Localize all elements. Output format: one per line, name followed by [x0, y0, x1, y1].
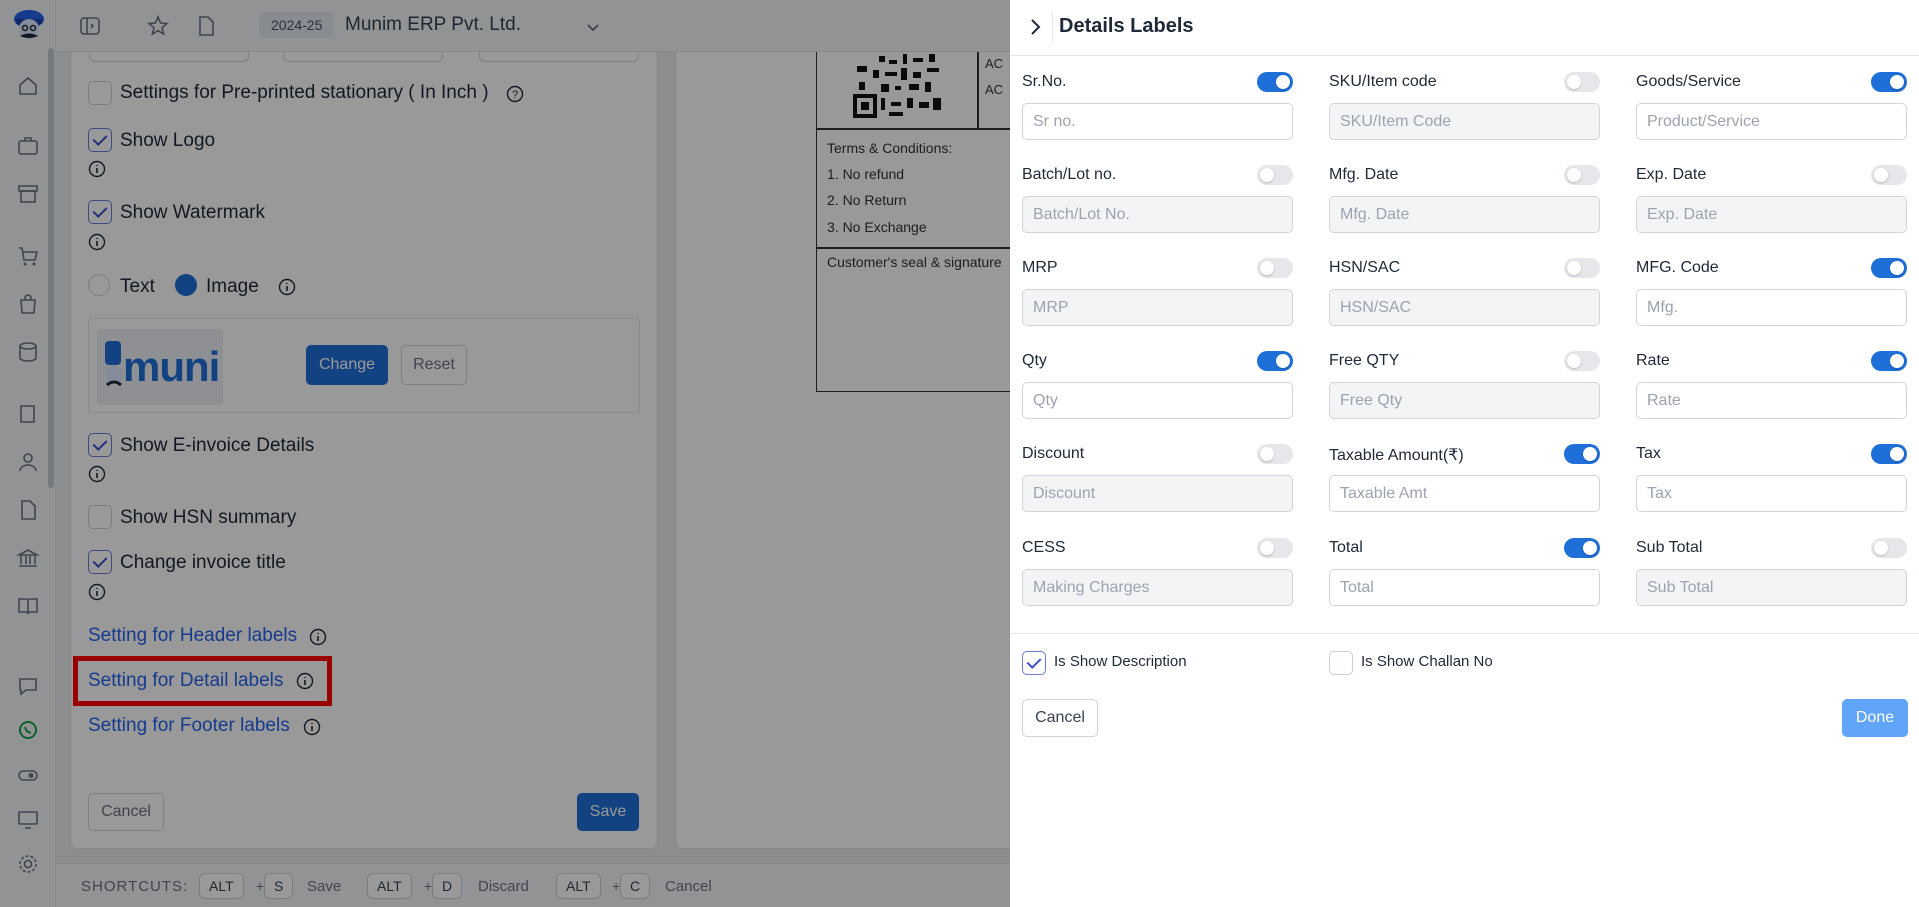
discount-label: Discount — [1022, 445, 1085, 462]
total-toggle[interactable] — [1564, 538, 1600, 558]
cess-input[interactable] — [1022, 569, 1293, 606]
taxable-amount-toggle[interactable] — [1564, 444, 1600, 464]
rate-label: Rate — [1636, 352, 1670, 369]
free-qty-toggle[interactable] — [1564, 351, 1600, 371]
discount-toggle[interactable] — [1257, 444, 1293, 464]
discount-input[interactable] — [1022, 475, 1293, 512]
show-challan-checkbox[interactable] — [1329, 651, 1353, 675]
rate-input[interactable] — [1636, 382, 1907, 419]
tax-label: Tax — [1636, 445, 1661, 462]
sr-no-toggle[interactable] — [1257, 72, 1293, 92]
details-labels-drawer: Details Labels Sr.No. SKU/Item code Goods/… — [1010, 0, 1919, 907]
sub-total-label: Sub Total — [1636, 539, 1703, 556]
hsn-sac-input[interactable] — [1329, 289, 1600, 326]
taxable-amount-label: Taxable Amount(₹) — [1329, 447, 1464, 464]
sku-item-code-input[interactable] — [1329, 103, 1600, 140]
tax-toggle[interactable] — [1871, 444, 1907, 464]
mrp-input[interactable] — [1022, 289, 1293, 326]
goods-service-label: Goods/Service — [1636, 73, 1741, 90]
show-description-label: Is Show Description — [1054, 653, 1187, 670]
qty-toggle[interactable] — [1257, 351, 1293, 371]
drawer-header: Details Labels — [1010, 0, 1919, 56]
qty-input[interactable] — [1022, 382, 1293, 419]
batch-lot-no-input[interactable] — [1022, 196, 1293, 233]
total-input[interactable] — [1329, 569, 1600, 606]
batch-lot-no-toggle[interactable] — [1257, 165, 1293, 185]
exp-date-input[interactable] — [1636, 196, 1907, 233]
mfg-code-label: MFG. Code — [1636, 259, 1719, 276]
cess-toggle[interactable] — [1257, 538, 1293, 558]
mrp-toggle[interactable] — [1257, 258, 1293, 278]
drawer-title: Details Labels — [1059, 15, 1194, 37]
hsn-sac-label: HSN/SAC — [1329, 259, 1401, 276]
total-label: Total — [1329, 539, 1363, 556]
sku-item-code-label: SKU/Item code — [1329, 73, 1437, 90]
goods-service-toggle[interactable] — [1871, 72, 1907, 92]
taxable-amount-input[interactable] — [1329, 475, 1600, 512]
hsn-sac-toggle[interactable] — [1564, 258, 1600, 278]
mfg-date-toggle[interactable] — [1564, 165, 1600, 185]
show-description-checkbox[interactable] — [1022, 651, 1046, 675]
batch-lot-no-label: Batch/Lot no. — [1022, 166, 1117, 183]
show-challan-label: Is Show Challan No — [1361, 653, 1493, 670]
sub-total-toggle[interactable] — [1871, 538, 1907, 558]
free-qty-label: Free QTY — [1329, 352, 1400, 369]
tax-input[interactable] — [1636, 475, 1907, 512]
mfg-date-label: Mfg. Date — [1329, 166, 1399, 183]
qty-label: Qty — [1022, 352, 1047, 369]
mfg-code-input[interactable] — [1636, 289, 1907, 326]
chevron-right-icon[interactable] — [1024, 16, 1046, 38]
mrp-label: MRP — [1022, 259, 1058, 276]
goods-service-input[interactable] — [1636, 103, 1907, 140]
sku-item-code-toggle[interactable] — [1564, 72, 1600, 92]
mfg-date-input[interactable] — [1329, 196, 1600, 233]
sub-total-input[interactable] — [1636, 569, 1907, 606]
drawer-done-button[interactable]: Done — [1842, 699, 1908, 737]
cess-label: CESS — [1022, 539, 1066, 556]
drawer-cancel-button[interactable]: Cancel — [1022, 699, 1098, 737]
mfg-code-toggle[interactable] — [1871, 258, 1907, 278]
drawer-divider — [1010, 633, 1919, 634]
free-qty-input[interactable] — [1329, 382, 1600, 419]
rate-toggle[interactable] — [1871, 351, 1907, 371]
sr-no-label: Sr.No. — [1022, 73, 1067, 90]
header-separator — [1052, 12, 1053, 42]
exp-date-label: Exp. Date — [1636, 166, 1707, 183]
sr-no-input[interactable] — [1022, 103, 1293, 140]
exp-date-toggle[interactable] — [1871, 165, 1907, 185]
